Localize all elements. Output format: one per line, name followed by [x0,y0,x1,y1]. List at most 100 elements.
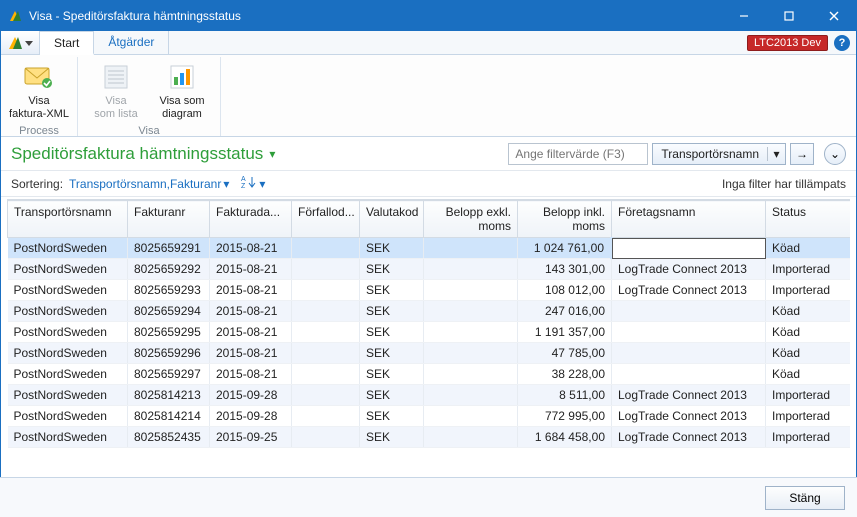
cell-belopp-inkl[interactable]: 772 995,00 [518,406,612,427]
cell-transportorsnamn[interactable]: PostNordSweden [8,238,128,259]
table-row[interactable]: PostNordSweden80258524352015-09-25SEK1 6… [8,427,851,448]
cell-transportorsnamn[interactable]: PostNordSweden [8,259,128,280]
cell-fakturanr[interactable]: 8025659293 [128,280,210,301]
sort-value-link[interactable]: Transportörsnamn,Fakturanr [69,177,221,191]
cell-belopp-exkl[interactable] [424,238,518,259]
cell-transportorsnamn[interactable]: PostNordSweden [8,364,128,385]
table-row[interactable]: PostNordSweden80256592912015-08-21 SEK 1 0… [8,238,851,259]
chevron-down-icon[interactable]: ▾ [259,177,265,191]
cell-status[interactable]: Importerad [766,385,851,406]
table-row[interactable]: PostNordSweden80256592952015-08-21SEK1 1… [8,322,851,343]
close-button[interactable] [811,1,856,31]
col-valutakod[interactable]: Valutakod [360,201,424,238]
col-belopp-inkl[interactable]: Belopp inkl.moms [518,201,612,238]
cell-belopp-inkl[interactable]: 38 228,00 [518,364,612,385]
cell-foretagsnamn[interactable] [612,364,766,385]
cell-forfallodatum[interactable] [292,427,360,448]
cell-forfallodatum[interactable] [292,322,360,343]
cell-transportorsnamn[interactable]: PostNordSweden [8,385,128,406]
cell-status[interactable]: Importerad [766,259,851,280]
cell-valutakod[interactable]: SEK [360,385,424,406]
cell-status[interactable]: Importerad [766,427,851,448]
cell-fakturanr[interactable]: 8025659294 [128,301,210,322]
cell-fakturadatum[interactable]: 2015-08-21 [210,280,292,301]
table-row[interactable]: PostNordSweden80256592942015-08-21SEK247… [8,301,851,322]
cell-fakturanr[interactable]: 8025659291 [128,238,210,259]
cell-valutakod[interactable]: SEK [360,343,424,364]
filter-input[interactable] [508,143,648,165]
cell-forfallodatum[interactable] [292,406,360,427]
cell-valutakod[interactable]: SEK [360,427,424,448]
cell-belopp-exkl[interactable] [424,427,518,448]
cell-foretagsnamn[interactable]: LogTrade Connect 2013 [612,406,766,427]
table-row[interactable]: PostNordSweden80256592962015-08-21SEK47 … [8,343,851,364]
help-button[interactable]: ? [834,35,850,51]
expand-filters-button[interactable]: ⌄ [824,143,846,165]
cell-forfallodatum[interactable] [292,364,360,385]
cell-belopp-inkl[interactable]: 47 785,00 [518,343,612,364]
cell-forfallodatum[interactable] [292,238,360,259]
cell-belopp-inkl[interactable]: 247 016,00 [518,301,612,322]
cell-foretagsnamn[interactable] [612,343,766,364]
cell-fakturanr[interactable]: 8025659296 [128,343,210,364]
cell-transportorsnamn[interactable]: PostNordSweden [8,280,128,301]
chevron-down-icon[interactable]: ▾ [223,177,229,191]
cell-status[interactable]: Importerad [766,406,851,427]
table-row[interactable]: PostNordSweden80256592932015-08-21SEK108… [8,280,851,301]
cell-belopp-inkl[interactable]: 1 024 761,00 [518,238,612,259]
cell-belopp-exkl[interactable] [424,343,518,364]
cell-fakturanr[interactable]: 8025659292 [128,259,210,280]
cell-valutakod[interactable]: SEK [360,259,424,280]
col-foretagsnamn[interactable]: Företagsnamn [612,201,766,238]
cell-foretagsnamn[interactable]: LogTrade Connect 2013 [612,385,766,406]
filter-field-combo[interactable]: Transportörsnamn ▾ [652,143,786,165]
cell-belopp-exkl[interactable] [424,301,518,322]
quick-app-button[interactable] [1,31,40,54]
cell-valutakod[interactable]: SEK [360,238,424,259]
cell-valutakod[interactable]: SEK [360,280,424,301]
cell-belopp-inkl[interactable]: 1 684 458,00 [518,427,612,448]
cell-fakturadatum[interactable]: 2015-09-28 [210,385,292,406]
table-row[interactable]: PostNordSweden80256592972015-08-21SEK38 … [8,364,851,385]
cell-status[interactable]: Köad [766,364,851,385]
cell-forfallodatum[interactable] [292,343,360,364]
cell-foretagsnamn[interactable]: LogTrade Connect 2013 [612,280,766,301]
cell-forfallodatum[interactable] [292,280,360,301]
cell-valutakod[interactable]: SEK [360,406,424,427]
cell-belopp-inkl[interactable]: 8 511,00 [518,385,612,406]
cell-status[interactable]: Importerad [766,280,851,301]
cell-foretagsnamn[interactable]: LogTrade Connect 2013 [612,259,766,280]
cell-valutakod[interactable]: SEK [360,322,424,343]
col-belopp-exkl[interactable]: Belopp exkl.moms [424,201,518,238]
sort-az-button[interactable]: AZ [241,175,257,192]
data-grid[interactable]: Transportörsnamn Fakturanr Fakturada... … [7,199,850,478]
table-row[interactable]: PostNordSweden80258142132015-09-28 SEK 8 5… [8,385,851,406]
cell-transportorsnamn[interactable]: PostNordSweden [8,322,128,343]
cell-transportorsnamn[interactable]: PostNordSweden [8,301,128,322]
cell-status[interactable]: Köad [766,238,851,259]
cell-belopp-inkl[interactable]: 143 301,00 [518,259,612,280]
cell-fakturadatum[interactable]: 2015-08-21 [210,343,292,364]
minimize-button[interactable] [721,1,766,31]
cell-fakturanr[interactable]: 8025814214 [128,406,210,427]
cell-fakturadatum[interactable]: 2015-08-21 [210,238,292,259]
cell-foretagsnamn[interactable] [612,322,766,343]
cell-status[interactable]: Köad [766,343,851,364]
cell-fakturanr[interactable]: 8025814213 [128,385,210,406]
col-status[interactable]: Status [766,201,851,238]
cell-valutakod[interactable]: SEK [360,301,424,322]
cell-fakturanr[interactable]: 8025659297 [128,364,210,385]
cell-forfallodatum[interactable] [292,301,360,322]
col-fakturadatum[interactable]: Fakturada... [210,201,292,238]
cell-fakturanr[interactable]: 8025659295 [128,322,210,343]
cell-belopp-exkl[interactable] [424,280,518,301]
cell-belopp-exkl[interactable] [424,259,518,280]
close-page-button[interactable]: Stäng [765,486,845,510]
apply-filter-button[interactable]: → [790,143,814,165]
cell-fakturadatum[interactable]: 2015-08-21 [210,259,292,280]
ribbon-btn-som-diagram[interactable]: Visa som diagram [150,59,214,123]
cell-transportorsnamn[interactable]: PostNordSweden [8,427,128,448]
cell-belopp-inkl[interactable]: 1 191 357,00 [518,322,612,343]
cell-status[interactable]: Köad [766,322,851,343]
cell-foretagsnamn[interactable]: LogTrade Connect 2013 [612,427,766,448]
